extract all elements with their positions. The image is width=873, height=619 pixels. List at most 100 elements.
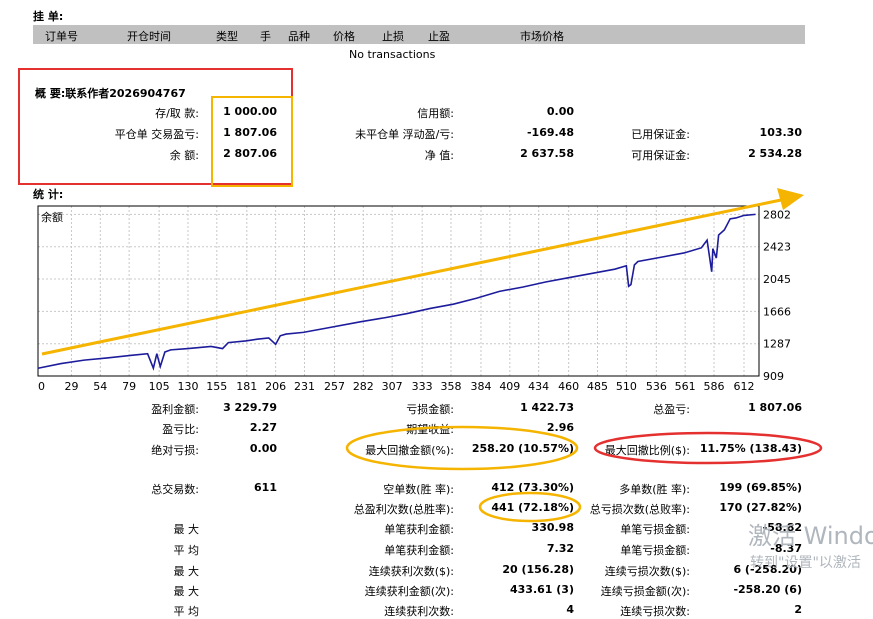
x-tick-label: 586	[704, 380, 725, 393]
stat-label: 连续亏损次数($):	[604, 565, 690, 578]
pending-col-header[interactable]: 订单号	[45, 28, 78, 44]
x-tick-label: 282	[353, 380, 374, 393]
x-tick-label: 0	[38, 380, 45, 393]
stat-value: 2 637.58	[520, 147, 574, 160]
x-tick-label: 333	[412, 380, 433, 393]
pending-col-header[interactable]: 类型	[216, 28, 238, 44]
trend-arrow-head-icon	[777, 188, 804, 210]
balance-series-line	[37, 213, 756, 371]
stat-value: -258.20 (6)	[733, 583, 802, 596]
stat-value: 11.75% (138.43)	[699, 442, 802, 455]
stat-label: 信用额:	[417, 107, 454, 120]
stat-value: 1 807.06	[748, 401, 802, 414]
stat-label: 最大回撤比例($):	[604, 444, 690, 457]
stat-label: 已用保证金:	[631, 128, 690, 141]
stat-value: 0.00	[249, 442, 277, 455]
x-tick-label: 231	[294, 380, 315, 393]
x-tick-label: 307	[382, 380, 403, 393]
stat-value: 1 000.00	[223, 105, 277, 118]
y-tick-label: 1287	[763, 338, 791, 351]
stat-label: 期望收益:	[406, 423, 454, 436]
x-tick-label: 612	[734, 380, 755, 393]
stat-label: 盈亏比:	[162, 423, 199, 436]
x-tick-label: 54	[93, 380, 107, 393]
pending-col-header[interactable]: 止盈	[428, 28, 450, 44]
stat-label: 最 大	[173, 565, 200, 578]
x-tick-label: 358	[440, 380, 461, 393]
stat-label: 连续获利次数($):	[368, 565, 454, 578]
stat-label: 平 均	[173, 544, 200, 557]
stat-label: 空单数(胜 率):	[383, 483, 454, 496]
stat-value: 7.32	[546, 542, 574, 555]
stat-label: 净 值:	[424, 149, 454, 162]
x-tick-label: 384	[470, 380, 491, 393]
stat-value: 2	[794, 603, 802, 616]
stat-value: 3 229.79	[223, 401, 277, 414]
stat-value: 2 807.06	[223, 147, 277, 160]
x-tick-label: 181	[236, 380, 257, 393]
pending-col-header[interactable]: 市场价格	[520, 28, 564, 44]
stat-label: 单笔亏损金额:	[620, 523, 690, 536]
stat-value: 330.98	[531, 521, 574, 534]
stat-label: 存/取 款:	[155, 107, 199, 120]
stat-value: 2 534.28	[748, 147, 802, 160]
stat-label: 平仓单 交易盈亏:	[114, 128, 199, 141]
stat-value: 4	[566, 603, 574, 616]
stat-label: 连续获利次数:	[384, 605, 454, 618]
stat-label: 连续亏损次数:	[620, 605, 690, 618]
stat-value: 1 807.06	[223, 126, 277, 139]
stat-value: 2.96	[546, 421, 574, 434]
x-tick-label: 485	[587, 380, 608, 393]
stat-label: 平 均	[173, 605, 200, 618]
stat-label: 最 大	[173, 585, 200, 598]
y-tick-label: 2802	[763, 208, 791, 221]
x-tick-label: 105	[149, 380, 170, 393]
stat-value: -169.48	[526, 126, 574, 139]
pending-col-header[interactable]: 开仓时间	[127, 28, 171, 44]
stat-value: 103.30	[759, 126, 802, 139]
stat-label: 总盈利次数(总胜率):	[353, 503, 454, 516]
stat-label: 单笔获利金额:	[384, 523, 454, 536]
chart-frame	[37, 205, 760, 377]
stat-label: 总亏损次数(总败率):	[589, 503, 690, 516]
x-tick-label: 460	[558, 380, 579, 393]
x-tick-label: 206	[265, 380, 286, 393]
stat-label: 可用保证金:	[631, 149, 690, 162]
stat-value: 258.20 (10.57%)	[471, 442, 574, 455]
stat-label: 连续亏损金额(次):	[600, 585, 690, 598]
x-tick-label: 510	[616, 380, 637, 393]
stat-label: 单笔亏损金额:	[620, 544, 690, 557]
x-tick-label: 561	[675, 380, 696, 393]
stat-label: 多单数(胜 率):	[619, 483, 690, 496]
summary-title: 概 要:联系作者2026904767	[35, 87, 186, 100]
stat-label: 连续获利金额(次):	[364, 585, 454, 598]
y-tick-label: 1666	[763, 305, 791, 318]
y-tick-label: 2423	[763, 241, 791, 254]
stat-label: 最大回撤金额(%):	[365, 444, 454, 457]
pending-col-header[interactable]: 手	[260, 28, 271, 44]
stat-value: 199 (69.85%)	[719, 481, 802, 494]
x-tick-label: 29	[64, 380, 78, 393]
pending-col-header[interactable]: 价格	[333, 28, 355, 44]
stat-value: 0.00	[546, 105, 574, 118]
pending-section-title: 挂 单:	[33, 10, 64, 23]
stat-label: 余 额:	[169, 149, 199, 162]
stat-label: 单笔获利金额:	[384, 544, 454, 557]
stat-label: 总盈亏:	[653, 403, 690, 416]
stat-value: 170 (27.82%)	[719, 501, 802, 514]
x-tick-label: 257	[324, 380, 345, 393]
pending-col-header[interactable]: 品种	[288, 28, 310, 44]
balance-chart: 0 29 54 79 105 130 155 181 206 231 257 282 307 333 358…	[37, 188, 804, 393]
stat-label: 最 大	[173, 523, 200, 536]
x-tick-label: 409	[499, 380, 520, 393]
stat-label: 亏损金额:	[406, 403, 454, 416]
stat-value: 1 422.73	[520, 401, 574, 414]
pending-table-header: 订单号 开仓时间 类型 手 品种 价格 止损 止盈 市场价格	[33, 25, 805, 44]
stat-value: 412 (73.30%)	[491, 481, 574, 494]
x-tick-label: 130	[177, 380, 198, 393]
no-transactions-text: No transactions	[349, 48, 436, 61]
stat-label: 未平仓单 浮动盈/亏:	[355, 128, 454, 141]
y-tick-label: 909	[763, 370, 784, 383]
x-tick-label: 536	[646, 380, 667, 393]
pending-col-header[interactable]: 止损	[382, 28, 404, 44]
